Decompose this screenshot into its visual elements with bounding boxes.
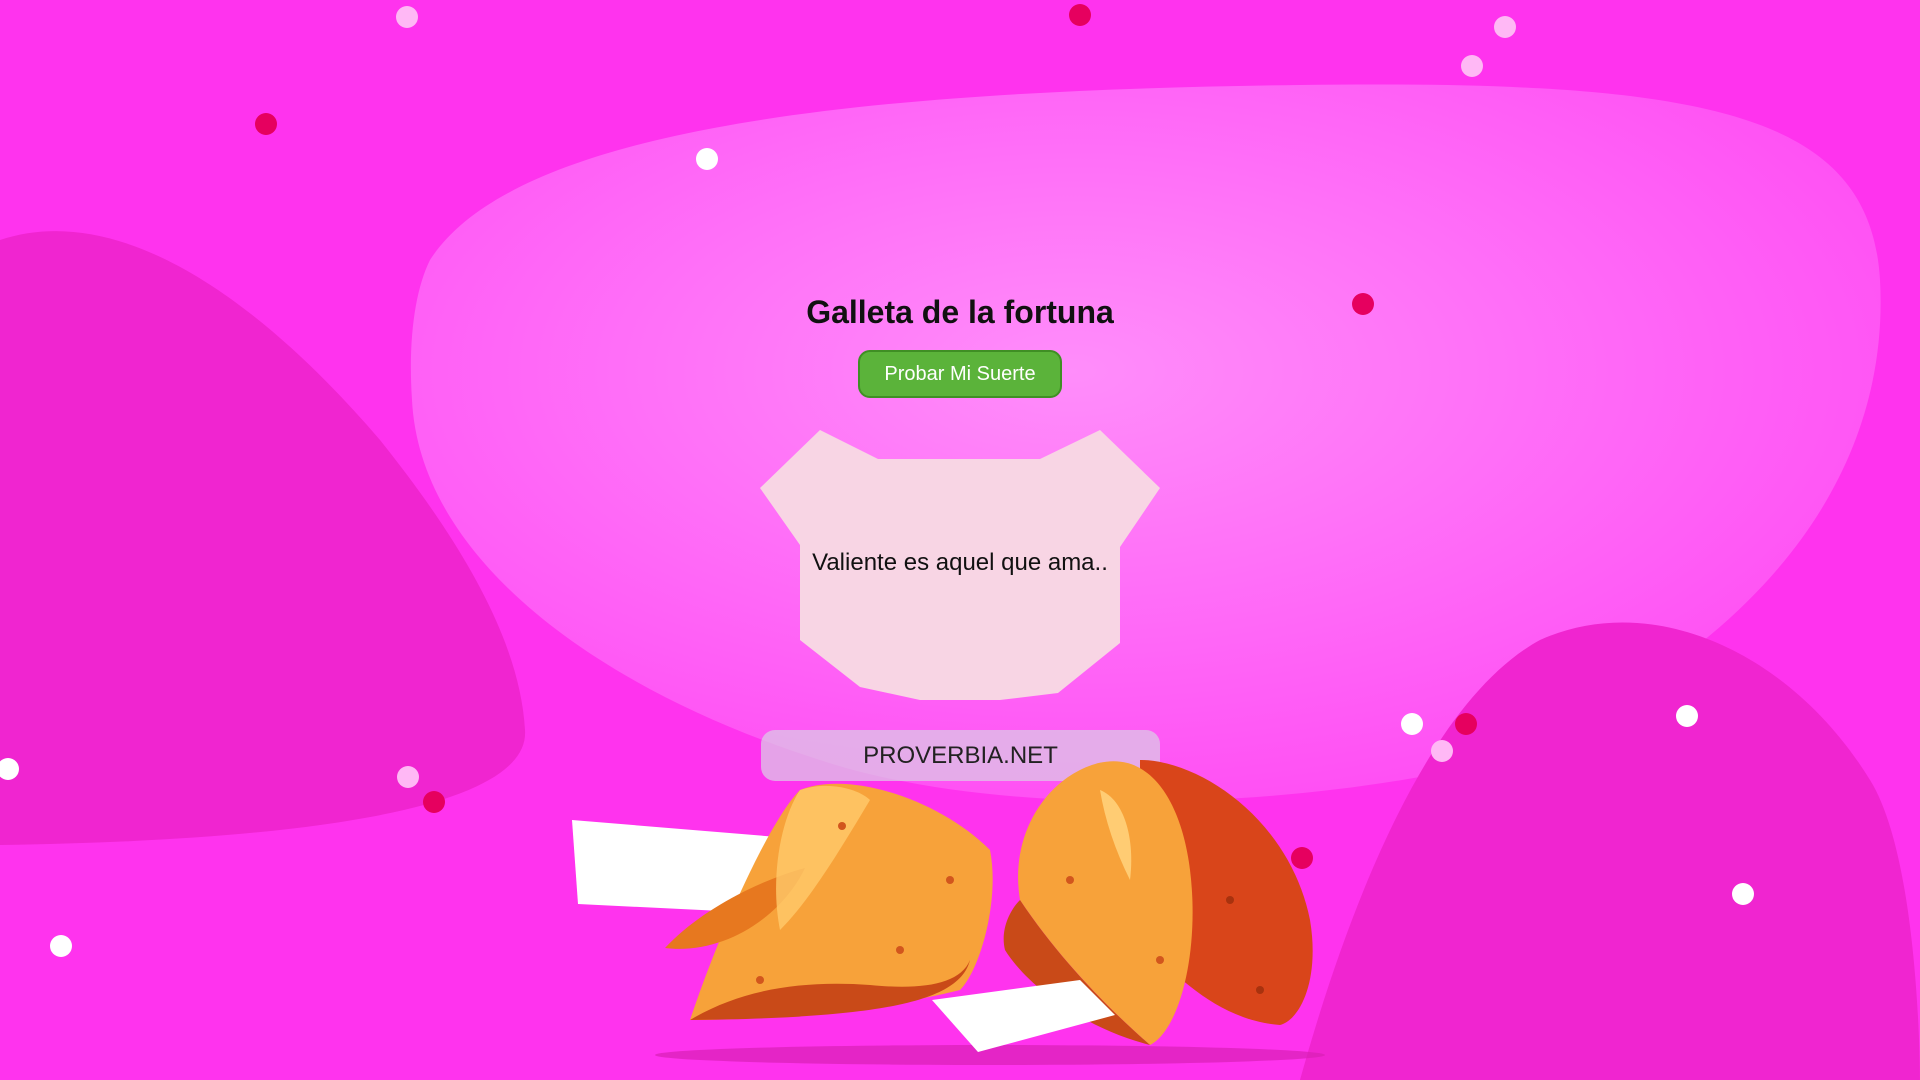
page-title: Galleta de la fortuna — [806, 294, 1114, 330]
try-my-luck-button[interactable]: Probar Mi Suerte — [858, 350, 1062, 398]
brand-label: PROVERBIA.NET — [761, 730, 1160, 781]
fortune-message: Valiente es aquel que ama.. — [812, 549, 1108, 576]
